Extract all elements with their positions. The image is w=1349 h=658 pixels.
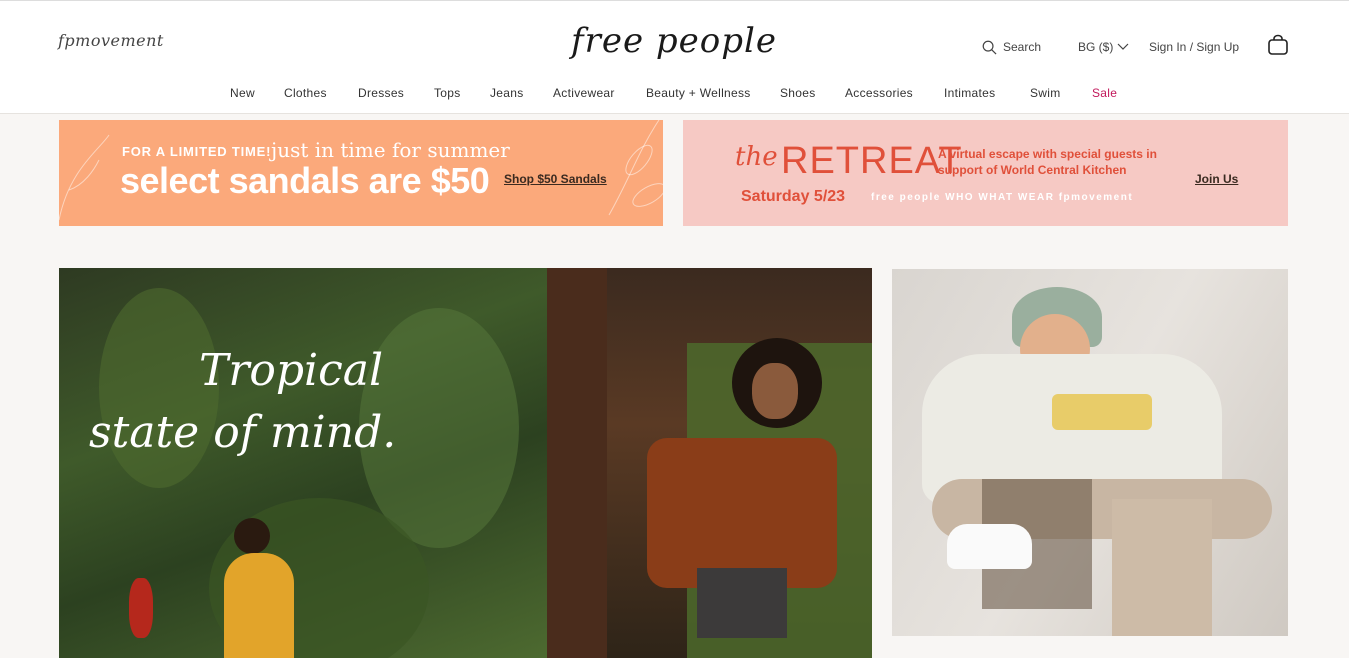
fp-movement-logo[interactable]: fpmovement: [58, 31, 164, 50]
hero-tropical-image[interactable]: Tropical state of mind.: [59, 268, 872, 658]
chevron-down-icon: [1117, 43, 1129, 50]
nav-item-intimates[interactable]: Intimates: [944, 86, 995, 100]
sign-in-label: Sign In / Sign Up: [1149, 40, 1240, 54]
region-label: BG ($): [1078, 40, 1114, 54]
nav-item-activewear[interactable]: Activewear: [553, 86, 615, 100]
retreat-title: RETREAT: [781, 140, 963, 182]
search-button[interactable]: Search: [982, 37, 1041, 57]
retreat-description: A virtual escape with special guests in …: [938, 147, 1157, 177]
promo-kicker: FOR A LIMITED TIME!: [122, 144, 272, 159]
retreat-promo-banner[interactable]: the RETREAT A virtual escape with specia…: [683, 120, 1288, 226]
leaf-decoration: [608, 120, 663, 216]
free-people-logo[interactable]: free people: [566, 15, 782, 67]
nav-item-clothes[interactable]: Clothes: [284, 86, 327, 100]
shopping-bag-icon[interactable]: [1267, 34, 1289, 56]
model-photo: [547, 268, 872, 658]
hero-newyork-image[interactable]: [892, 269, 1288, 636]
sign-in-link[interactable]: Sign In / Sign Up: [1149, 37, 1239, 57]
retreat-partners: free people WHO WHAT WEAR fpmovement: [871, 192, 1134, 203]
sandals-promo-banner[interactable]: FOR A LIMITED TIME! just in time for sum…: [59, 120, 663, 226]
hero-line-2: state of mind.: [89, 407, 397, 458]
join-us-link[interactable]: Join Us: [1195, 172, 1238, 186]
nav-item-dresses[interactable]: Dresses: [358, 86, 404, 100]
nav-item-tops[interactable]: Tops: [434, 86, 461, 100]
site-header: fpmovement free people Search BG ($) Sig…: [0, 0, 1349, 114]
hero-line-1: Tropical: [199, 345, 384, 396]
promo-headline: select sandals are $50: [120, 160, 490, 201]
nav-item-shoes[interactable]: Shoes: [780, 86, 816, 100]
promo-kicker-script: just in time for summer: [271, 138, 510, 162]
search-label: Search: [1003, 40, 1042, 54]
nav-item-new[interactable]: New: [230, 86, 255, 100]
retreat-date: Saturday 5/23: [741, 188, 846, 205]
main-nav: New Clothes Dresses Tops Jeans Activewea…: [0, 86, 1349, 102]
nav-item-accessories[interactable]: Accessories: [845, 86, 913, 100]
nav-item-beauty-wellness[interactable]: Beauty + Wellness: [646, 86, 751, 100]
hero-script-text: Tropical state of mind.: [89, 340, 396, 464]
search-icon: [982, 40, 997, 54]
region-selector[interactable]: BG ($): [1078, 37, 1129, 57]
nav-item-jeans[interactable]: Jeans: [490, 86, 524, 100]
retreat-the-script: the: [735, 142, 778, 172]
nav-item-swim[interactable]: Swim: [1030, 86, 1061, 100]
nav-item-sale[interactable]: Sale: [1092, 86, 1117, 100]
shop-sandals-link[interactable]: Shop $50 Sandals: [504, 172, 607, 186]
leaf-decoration: [59, 134, 110, 221]
